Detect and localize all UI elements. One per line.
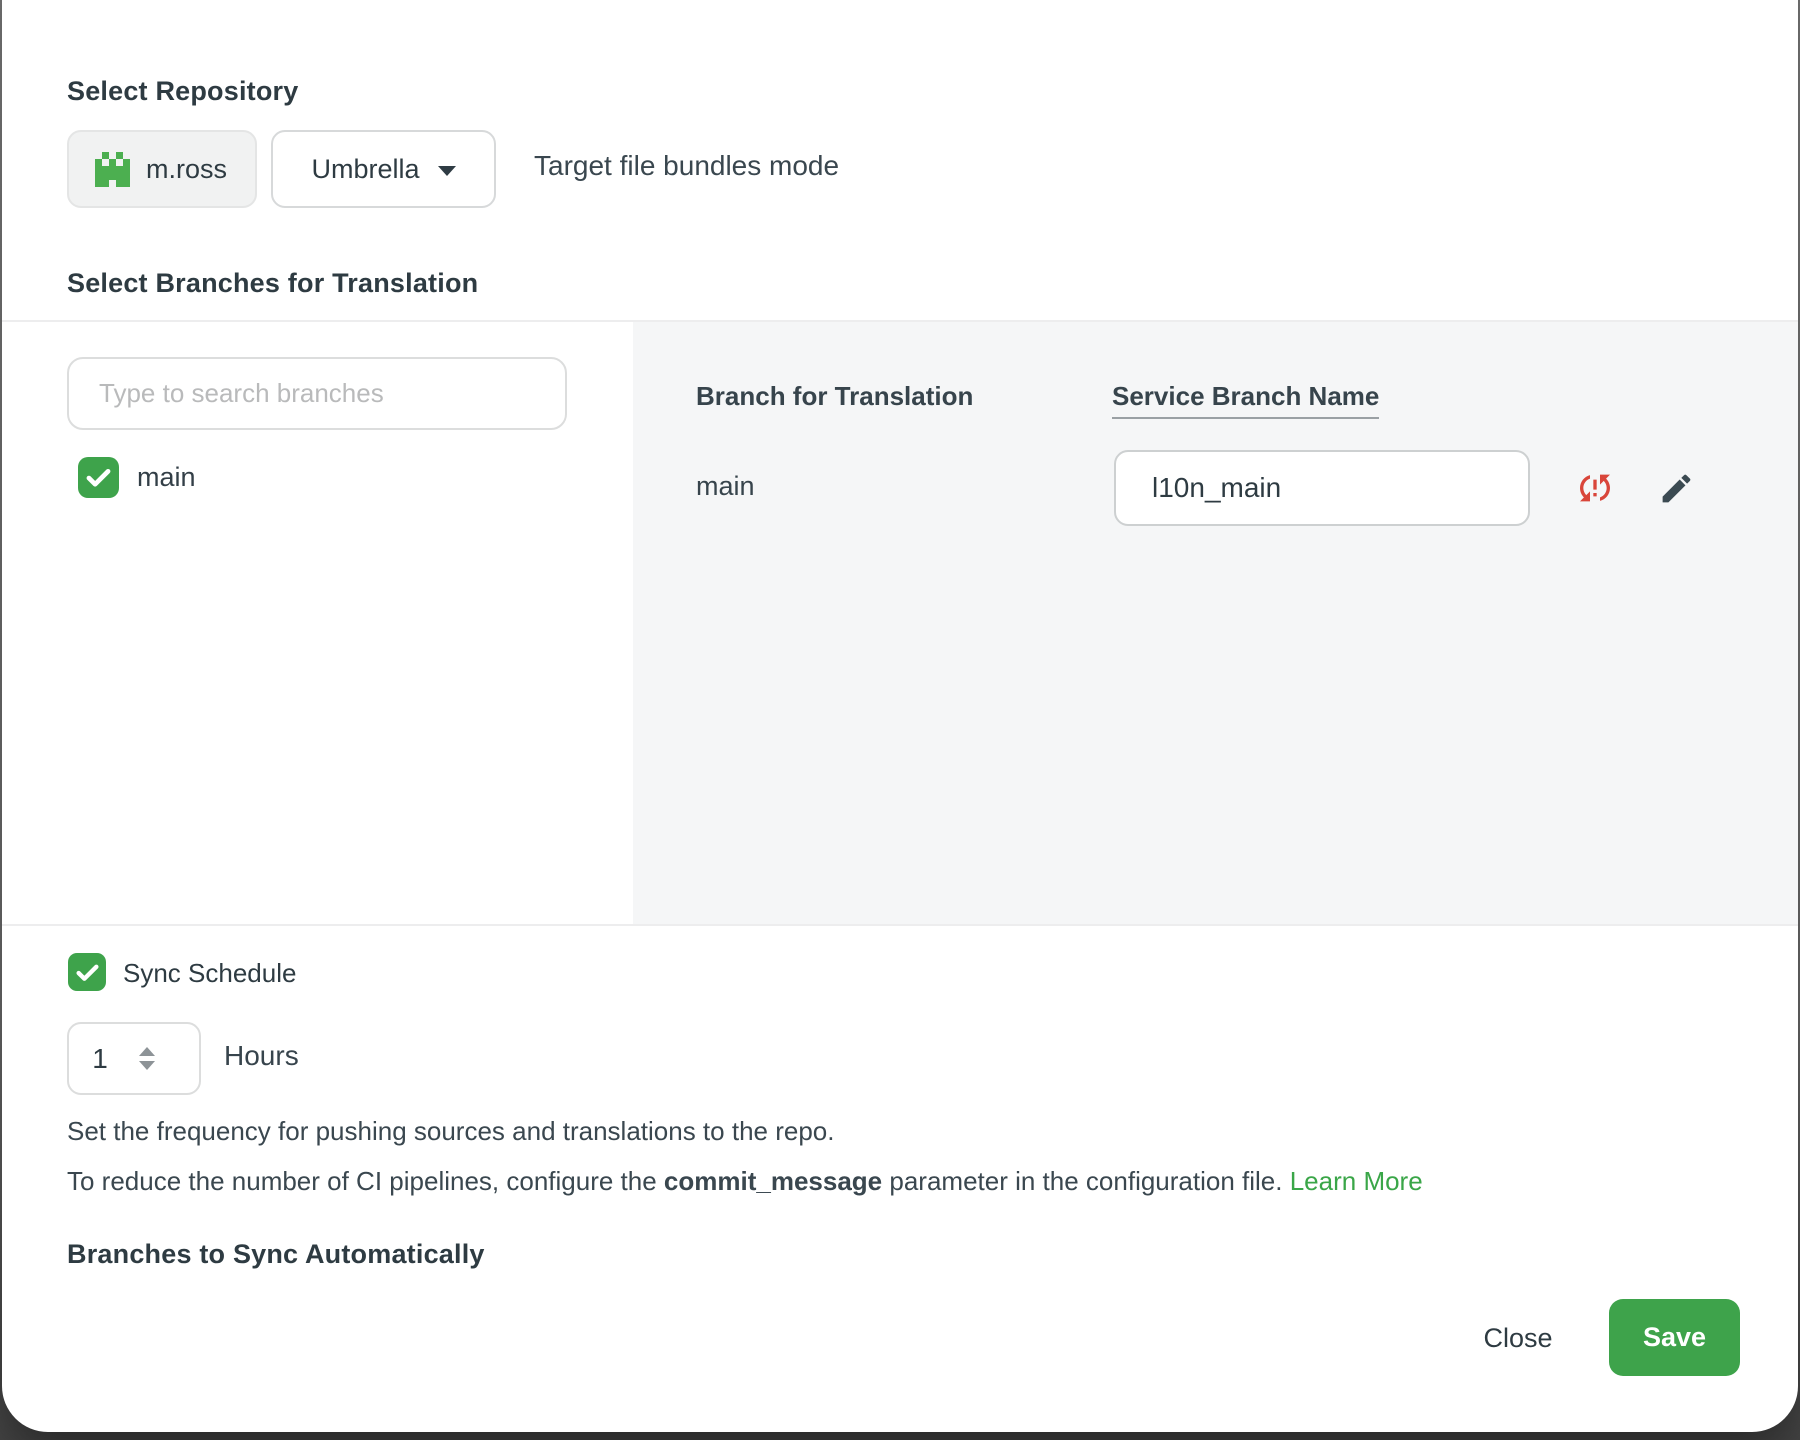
interval-value-input[interactable] (69, 1043, 131, 1075)
branch-search-input[interactable] (67, 357, 567, 430)
auto-sync-title-clip: Branches to Sync Automatically (67, 1240, 867, 1269)
project-dropdown[interactable]: Umbrella (271, 130, 496, 208)
sync-frequency-description: Set the frequency for pushing sources an… (67, 1116, 834, 1147)
pencil-icon[interactable] (1656, 468, 1696, 508)
close-button[interactable]: Close (1470, 1310, 1566, 1366)
project-dropdown-value: Umbrella (311, 154, 419, 185)
auto-sync-title: Branches to Sync Automatically (67, 1240, 867, 1269)
repository-name: m.ross (146, 154, 227, 185)
ci-pipelines-note: To reduce the number of CI pipelines, co… (67, 1166, 1423, 1197)
interval-unit-label: Hours (224, 1040, 299, 1072)
column-header-service-branch: Service Branch Name (1112, 381, 1379, 419)
learn-more-link[interactable]: Learn More (1290, 1166, 1423, 1196)
stepper-up-icon[interactable] (139, 1047, 155, 1056)
repository-settings-dialog: Select Repository m.ross Umbrella T (2, 0, 1798, 1432)
stepper-arrows-icon[interactable] (139, 1047, 155, 1070)
repository-chip[interactable]: m.ross (67, 130, 257, 208)
column-header-branch: Branch for Translation (696, 381, 973, 412)
ci-note-prefix: To reduce the number of CI pipelines, co… (67, 1166, 664, 1196)
sync-error-icon[interactable] (1574, 467, 1616, 509)
checkmark-icon (85, 464, 112, 491)
branch-checkbox-label: main (137, 462, 196, 493)
ci-note-suffix: parameter in the configuration file. (882, 1166, 1290, 1196)
commit-message-param: commit_message (664, 1166, 882, 1196)
save-button[interactable]: Save (1609, 1299, 1740, 1376)
stepper-down-icon[interactable] (139, 1061, 155, 1070)
divider (2, 924, 1798, 926)
sync-schedule-checkbox[interactable] (68, 953, 106, 991)
service-branch-name-input[interactable] (1114, 450, 1530, 526)
select-branches-title: Select Branches for Translation (67, 268, 478, 299)
checkmark-icon (75, 960, 100, 985)
repo-identicon-icon (95, 152, 130, 187)
interval-stepper[interactable] (67, 1022, 201, 1095)
branch-checkbox-main[interactable] (78, 457, 119, 498)
table-row-branch-name: main (696, 471, 755, 502)
dialog-content: Select Repository m.ross Umbrella T (2, 0, 1798, 1380)
select-repository-title: Select Repository (67, 76, 298, 107)
sync-schedule-label: Sync Schedule (123, 958, 296, 989)
target-mode-label: Target file bundles mode (534, 150, 839, 182)
chevron-down-icon (438, 166, 456, 176)
